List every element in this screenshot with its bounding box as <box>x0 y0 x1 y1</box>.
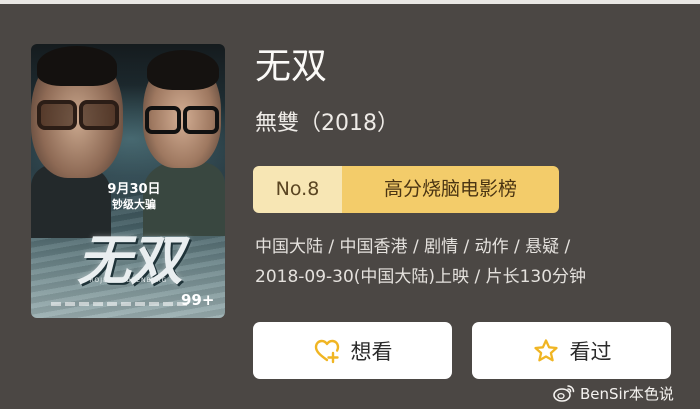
poster-tagline: 钞级大骗 <box>112 198 156 211</box>
heart-plus-icon <box>313 337 341 365</box>
poster-count-badge: 99+ <box>181 291 215 309</box>
movie-poster[interactable]: 9月30日 钞级大骗 无双 PROJECT GUTENBERG 99+ <box>31 44 225 318</box>
poster-credits <box>51 302 191 306</box>
ranking-badge[interactable]: No.8 高分烧脑电影榜 <box>253 166 559 213</box>
want-to-watch-label: 想看 <box>350 339 393 364</box>
poster-actor-right-hair <box>147 50 219 90</box>
weibo-icon <box>553 384 575 402</box>
poster-actor-right-glasses <box>145 106 181 134</box>
poster-actor-left-glasses <box>37 100 77 130</box>
top-divider <box>0 0 700 4</box>
movie-original-title: 無雙（2018） <box>255 111 399 136</box>
poster-actor-left-hair <box>37 46 117 86</box>
poster-actor-right-glasses-right <box>183 106 219 134</box>
poster-english-title: PROJECT GUTENBERG <box>84 277 168 284</box>
movie-meta-release: 2018-09-30(中国大陆)上映 / 片长130分钟 <box>255 267 587 287</box>
want-to-watch-button[interactable]: 想看 <box>253 322 452 379</box>
poster-release-date: 9月30日 <box>107 182 161 197</box>
movie-title: 无双 <box>255 46 328 87</box>
poster-actor-left-glasses-right <box>79 100 119 130</box>
ranking-list-name: 高分烧脑电影榜 <box>342 166 559 213</box>
watched-label: 看过 <box>569 339 612 364</box>
watermark-text: BenSir本色说 <box>580 384 674 403</box>
star-outline-icon <box>532 337 560 365</box>
watermark: BenSir本色说 <box>553 380 674 406</box>
ranking-number: No.8 <box>253 166 342 213</box>
watched-button[interactable]: 看过 <box>472 322 671 379</box>
movie-meta-genres: 中国大陆 / 中国香港 / 剧情 / 动作 / 悬疑 / <box>255 237 571 257</box>
